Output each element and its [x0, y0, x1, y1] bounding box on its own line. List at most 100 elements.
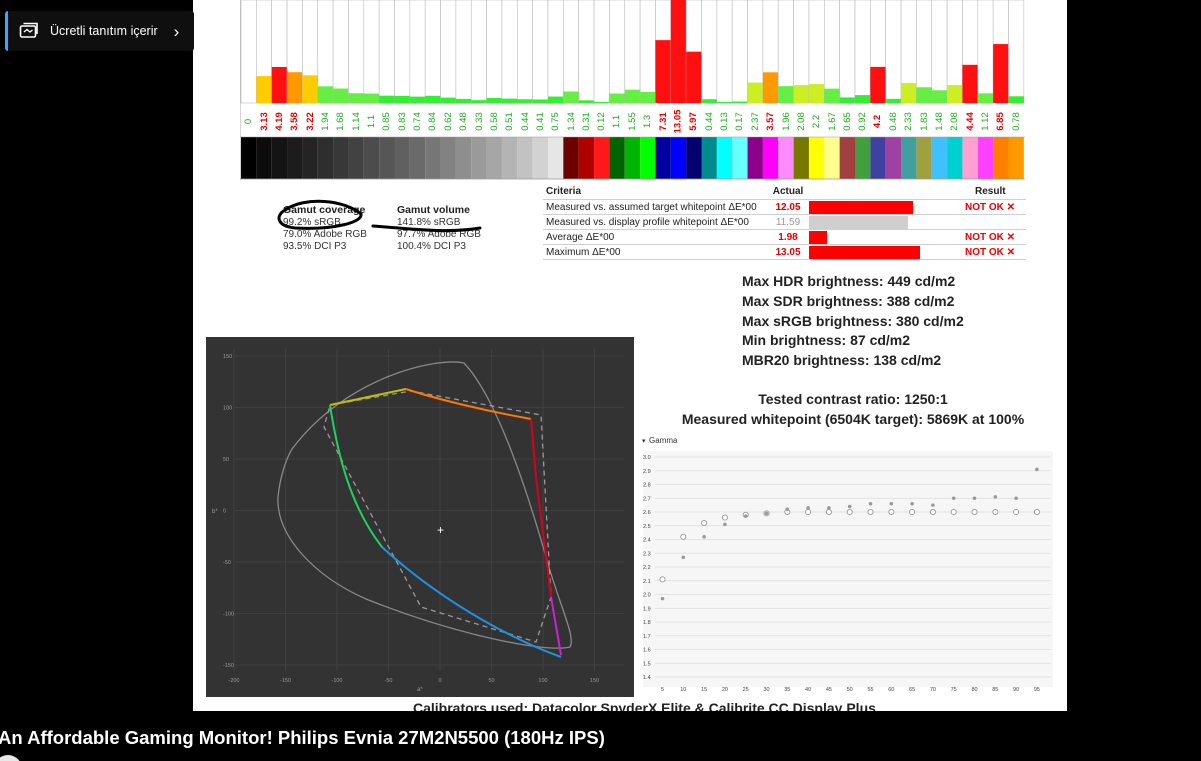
gamma-y-tick: 3.0: [643, 455, 651, 461]
delta-e-value: 1.96: [780, 111, 792, 131]
delta-e-value: 0.74: [411, 111, 423, 131]
gamma-target-point: [846, 508, 853, 516]
criteria-header-result: Result: [975, 186, 1006, 197]
criteria-rows: Measured vs. assumed target whitepoint Δ…: [543, 199, 1026, 260]
gamma-measured-point: [660, 596, 665, 601]
calibrators-used: Calibrators used: Datacolor SpyderX Elit…: [413, 700, 876, 711]
gamma-measured-point: [702, 534, 706, 539]
delta-e-value: 13.05: [672, 109, 684, 133]
delta-e-value: 0.62: [442, 111, 454, 131]
gamma-measured-point: [1014, 496, 1018, 501]
delta-e-value: 1.3: [642, 114, 654, 128]
cie-y-tick: -100: [223, 612, 234, 618]
gamma-target-point: [659, 576, 666, 583]
gamma-x-tick: 90: [1013, 687, 1019, 693]
delta-e-value: 5.97: [688, 111, 700, 131]
gamma-chart-title: Gamma: [649, 436, 678, 445]
chevron-right-icon: ›: [173, 21, 180, 41]
paid-promotion-label: Ücretli tanıtım içerir: [50, 24, 158, 38]
gamma-measured-point: [723, 522, 727, 527]
delta-e-value: 0.12: [596, 111, 608, 131]
gamma-measured-point: [1035, 467, 1039, 472]
delta-e-value: 4.44: [964, 111, 976, 131]
gamma-measured-point: [743, 514, 748, 518]
delta-e-value: 6.85: [995, 111, 1007, 131]
gamma-x-tick: 65: [909, 687, 915, 693]
delta-e-value: 7.31: [657, 111, 669, 131]
gamut-coverage-p3: 93.5% DCI P3: [283, 241, 347, 252]
gamma-y-tick: 2.5: [643, 524, 651, 530]
delta-e-value: 0.58: [488, 111, 500, 131]
gamma-target-point: [701, 519, 708, 527]
gamma-measured-point: [889, 501, 894, 506]
gamma-x-tick: 40: [805, 687, 811, 693]
cie-gamut-plot: + -200 -150 -100 -50 0 50 100 150 150 100 50 0 -50 -1…: [206, 337, 634, 697]
gamma-chart: ▾ Gamma 1.4 1.5 1.6 1.7 1.8 1.9 2.0 2.1 2.2 2.3 2.…: [642, 436, 1053, 693]
gamma-chart-title-icon: ▾: [642, 438, 646, 445]
gamma-y-tick: 2.7: [643, 496, 651, 502]
delta-e-value: 0.41: [534, 111, 546, 131]
delta-e-value: 1.34: [565, 111, 577, 131]
gamma-measured-point: [847, 504, 852, 509]
delta-e-value: 0.44: [519, 111, 531, 131]
criteria-actual: 13.05: [775, 247, 801, 258]
delta-e-value: 0.65: [841, 111, 853, 131]
gamma-x-tick: 15: [701, 687, 707, 693]
cie-x-tick: 150: [590, 678, 599, 684]
delta-e-value: 2.2: [810, 114, 822, 128]
delta-e-value: 2.08: [949, 111, 961, 131]
delta-e-value: 0.31: [580, 111, 592, 131]
cie-x-tick: -200: [228, 678, 239, 684]
cie-x-tick: -100: [331, 678, 342, 684]
cie-x-axis-label: a*: [417, 687, 423, 693]
delta-e-value: 0.51: [503, 111, 515, 131]
gamma-target-point: [950, 508, 957, 516]
criteria-header: Criteria Actual Result: [543, 184, 1026, 199]
gamma-y-tick: 2.2: [643, 565, 651, 571]
criteria-row: Measured vs. display profile whitepoint …: [543, 215, 1026, 230]
gamma-target-point: [929, 508, 936, 516]
gamma-target-point: [909, 508, 916, 516]
gamma-x-tick: 35: [784, 687, 790, 693]
criteria-bar: [809, 216, 908, 229]
gamma-target-point: [867, 508, 874, 516]
gamma-target-point: [1013, 508, 1020, 516]
gamut-volume-p3: 100.4% DCI P3: [397, 241, 466, 252]
criteria-bar: [809, 246, 920, 259]
gamma-target-point: [1033, 508, 1040, 516]
cie-x-tick: -50: [385, 678, 393, 684]
contrast-ratio: Tested contrast ratio: 1250:1: [758, 391, 948, 407]
gamma-x-tick: 10: [680, 687, 686, 693]
gamma-measured-point: [785, 507, 790, 512]
gamma-x-tick: 70: [930, 687, 936, 693]
cie-y-tick: 0: [223, 509, 226, 515]
gamma-x-tick: 25: [743, 687, 749, 693]
criteria-name: Measured vs. display profile whitepoint …: [546, 217, 749, 228]
delta-e-value: 0.92: [857, 111, 868, 131]
gamma-y-tick: 1.8: [643, 620, 651, 626]
cie-y-tick: 100: [223, 406, 232, 412]
measured-whitepoint: Measured whitepoint (6504K target): 5869…: [681, 411, 1025, 427]
delta-e-value: 0.33: [473, 111, 485, 131]
gamma-measured-point: [681, 555, 686, 560]
delta-e-value: 1.83: [918, 111, 930, 131]
gamma-y-tick: 2.3: [643, 551, 651, 557]
gamma-y-tick: 1.4: [643, 675, 651, 681]
cie-x-tick: 50: [488, 678, 494, 684]
gamma-x-tick: 50: [847, 687, 853, 693]
gamma-y-tick: 2.9: [643, 469, 651, 475]
gamma-measured-point: [972, 496, 977, 501]
delta-e-value: 0.85: [381, 111, 393, 131]
video-title[interactable]: An Affordable Gaming Monitor! Philips Ev…: [0, 727, 605, 749]
delta-e-value: 1.14: [350, 111, 362, 131]
gamma-y-tick: 2.6: [643, 510, 651, 516]
paid-promotion-button[interactable]: Ücretli tanıtım içerir ›: [5, 11, 194, 51]
criteria-row: Maximum ΔE*00 13.05 NOT OK ✕: [543, 245, 1026, 260]
avatar[interactable]: [0, 755, 22, 761]
gamma-y-tick: 2.1: [643, 579, 651, 585]
video-player[interactable]: 0 3.13 4.19 3.58 3.22 1.94 1.68 1.14 1.1 0.85 0.83…: [0, 0, 1201, 761]
gamma-x-tick: 95: [1034, 687, 1040, 693]
gamma-measured-point: [931, 503, 935, 507]
criteria-result: NOT OK ✕: [965, 202, 1016, 213]
gamma-y-tick: 1.5: [643, 661, 651, 667]
